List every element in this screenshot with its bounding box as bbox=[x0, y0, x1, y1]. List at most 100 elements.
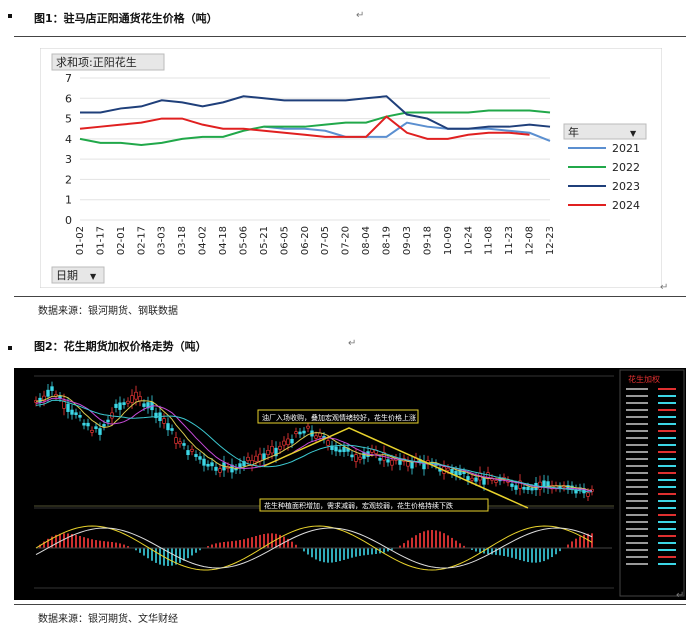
x-tick-label: 10-09 bbox=[443, 226, 454, 255]
x-tick-label: 05-21 bbox=[259, 226, 270, 255]
bullet-fig1 bbox=[8, 14, 12, 18]
panel-row bbox=[626, 528, 648, 530]
figure2-source: 数据来源：银河期货、文华财经 bbox=[38, 614, 178, 625]
candle bbox=[278, 445, 282, 450]
svg-text:花生种植面积增加，需求减弱，宏观较弱，花生价格持续下跌: 花生种植面积增加，需求减弱，宏观较弱，花生价格持续下跌 bbox=[264, 501, 453, 510]
candle bbox=[210, 462, 214, 467]
legend-filter-button[interactable]: 年 ▼ bbox=[563, 123, 647, 140]
candle bbox=[302, 430, 306, 434]
candle bbox=[314, 435, 318, 439]
x-tick-label: 08-19 bbox=[382, 226, 393, 255]
candle bbox=[70, 409, 74, 415]
candle bbox=[450, 468, 454, 474]
candle bbox=[378, 458, 382, 461]
legend-label: 2024 bbox=[612, 199, 640, 212]
panel-row bbox=[626, 458, 648, 460]
candle bbox=[106, 419, 110, 423]
panel-row bbox=[626, 479, 648, 481]
panel-value bbox=[658, 416, 676, 418]
candle bbox=[138, 396, 142, 402]
candle bbox=[50, 386, 54, 391]
x-tick-label: 05-06 bbox=[238, 226, 249, 255]
x-tick-label: 02-01 bbox=[116, 226, 127, 255]
x-tick-label: 02-17 bbox=[136, 226, 147, 255]
panel-value bbox=[658, 409, 676, 411]
panel-value bbox=[658, 528, 676, 530]
panel-value bbox=[658, 465, 676, 467]
panel-value bbox=[658, 430, 676, 432]
candle bbox=[102, 424, 106, 427]
candle bbox=[198, 456, 202, 460]
legend-label: 2022 bbox=[612, 161, 640, 174]
panel-value bbox=[658, 542, 676, 544]
candle bbox=[286, 438, 290, 446]
candle bbox=[162, 418, 166, 424]
panel-value bbox=[658, 521, 676, 523]
candle bbox=[514, 485, 518, 490]
x-tick-label: 11-08 bbox=[484, 226, 495, 255]
title-button[interactable]: 求和项:正阳花生 bbox=[51, 53, 165, 71]
svg-text:求和项:正阳花生: 求和项:正阳花生 bbox=[56, 55, 137, 69]
svg-text:花生加权: 花生加权 bbox=[628, 374, 660, 384]
panel-value bbox=[658, 486, 676, 488]
panel-row bbox=[626, 542, 648, 544]
panel-row bbox=[626, 514, 648, 516]
panel-row bbox=[626, 556, 648, 558]
candle bbox=[254, 455, 258, 462]
candle bbox=[206, 463, 210, 467]
candle bbox=[170, 428, 174, 431]
candle bbox=[538, 481, 542, 490]
candle bbox=[126, 400, 130, 404]
chevron-down-icon: ▼ bbox=[630, 129, 637, 138]
figure1-source: 数据来源：银河期货、钢联数据 bbox=[38, 306, 178, 317]
candle bbox=[406, 461, 410, 467]
figure1-caption: 图1：驻马店正阳通货花生价格（吨） bbox=[34, 12, 218, 25]
annotation-top: 油厂入场收购，叠加宏观情绪较好，花生价格上涨 bbox=[257, 409, 419, 424]
legend-label: 2021 bbox=[612, 142, 640, 155]
candle bbox=[186, 450, 190, 456]
candle bbox=[334, 446, 338, 452]
y-tick-label: 2 bbox=[65, 173, 72, 186]
y-tick-label: 5 bbox=[65, 113, 72, 126]
candle bbox=[178, 441, 182, 445]
x-tick-label: 09-18 bbox=[422, 226, 433, 255]
candle bbox=[134, 391, 138, 400]
y-tick-label: 4 bbox=[65, 133, 72, 146]
panel-row bbox=[626, 535, 648, 537]
panel-row bbox=[626, 472, 648, 474]
svg-text:▼: ▼ bbox=[90, 272, 97, 281]
panel-value bbox=[658, 563, 676, 565]
panel-value bbox=[658, 458, 676, 460]
y-tick-label: 6 bbox=[65, 92, 72, 105]
candle bbox=[246, 456, 250, 461]
x-axis-button[interactable]: 日期 ▼ bbox=[51, 266, 105, 284]
panel-row bbox=[626, 409, 648, 411]
panel-row bbox=[626, 549, 648, 551]
return-mark: ↵ bbox=[356, 10, 365, 21]
candle bbox=[390, 459, 394, 466]
candle bbox=[214, 466, 218, 471]
y-tick-label: 3 bbox=[65, 153, 72, 166]
candle bbox=[174, 437, 178, 444]
panel-value bbox=[658, 479, 676, 481]
panel-value bbox=[658, 437, 676, 439]
candle bbox=[446, 467, 450, 471]
candle bbox=[282, 440, 286, 446]
x-tick-label: 12-23 bbox=[545, 226, 556, 255]
panel-row bbox=[626, 402, 648, 404]
candle bbox=[482, 477, 486, 485]
candle bbox=[58, 395, 62, 399]
y-tick-label: 1 bbox=[65, 194, 72, 207]
panel-row bbox=[626, 500, 648, 502]
candle bbox=[98, 428, 102, 435]
svg-text:油厂入场收购，叠加宏观情绪较好，花生价格上涨: 油厂入场收购，叠加宏观情绪较好，花生价格上涨 bbox=[262, 413, 416, 422]
x-tick-label: 04-18 bbox=[218, 226, 229, 255]
panel-value bbox=[658, 423, 676, 425]
figure2-caption: 图2：花生期货加权价格走势（吨） bbox=[34, 340, 207, 353]
candle bbox=[522, 486, 526, 490]
panel-row bbox=[626, 486, 648, 488]
panel-value bbox=[658, 451, 676, 453]
candle bbox=[266, 450, 270, 455]
candle bbox=[86, 422, 90, 427]
candle bbox=[358, 456, 362, 460]
